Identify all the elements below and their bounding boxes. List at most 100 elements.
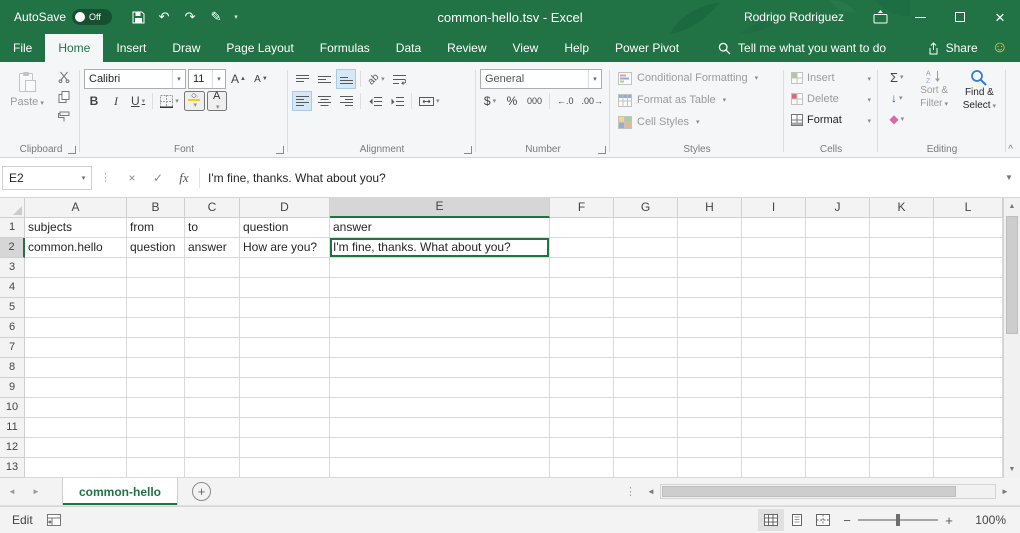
cell-K9[interactable] bbox=[870, 378, 934, 398]
cell-F6[interactable] bbox=[550, 318, 614, 338]
ribbon-display-options-button[interactable] bbox=[860, 0, 900, 34]
cell-F8[interactable] bbox=[550, 358, 614, 378]
cell-L4[interactable] bbox=[934, 278, 1003, 298]
cell-L5[interactable] bbox=[934, 298, 1003, 318]
merge-center-button[interactable] bbox=[416, 91, 443, 111]
cell-B5[interactable] bbox=[127, 298, 185, 318]
scroll-down-button[interactable]: ▼ bbox=[1004, 461, 1020, 478]
expand-formula-bar-button[interactable]: ▼ bbox=[1000, 173, 1018, 182]
row-header-12[interactable]: 12 bbox=[0, 438, 25, 458]
column-header-E[interactable]: E bbox=[330, 198, 550, 218]
accounting-format-button[interactable]: $ bbox=[480, 91, 500, 111]
font-color-button[interactable]: A bbox=[207, 91, 227, 111]
tab-draw[interactable]: Draw bbox=[159, 34, 213, 62]
new-sheet-button[interactable]: + bbox=[192, 482, 211, 501]
cell-I3[interactable] bbox=[742, 258, 806, 278]
underline-button[interactable]: U bbox=[128, 91, 148, 111]
previous-sheet-button[interactable]: ◄ bbox=[0, 478, 24, 505]
cell-G2[interactable] bbox=[614, 238, 678, 258]
cell-E9[interactable] bbox=[330, 378, 550, 398]
column-header-J[interactable]: J bbox=[806, 198, 870, 218]
cell-A12[interactable] bbox=[25, 438, 127, 458]
row-header-13[interactable]: 13 bbox=[0, 458, 25, 478]
increase-indent-button[interactable] bbox=[387, 91, 407, 111]
cell-J3[interactable] bbox=[806, 258, 870, 278]
tab-insert[interactable]: Insert bbox=[103, 34, 159, 62]
borders-button[interactable] bbox=[157, 91, 182, 111]
cell-D6[interactable] bbox=[240, 318, 330, 338]
grow-font-button[interactable]: A▲ bbox=[228, 69, 249, 89]
cell-B1[interactable]: from bbox=[127, 218, 185, 238]
column-header-C[interactable]: C bbox=[185, 198, 240, 218]
row-header-5[interactable]: 5 bbox=[0, 298, 25, 318]
cell-C5[interactable] bbox=[185, 298, 240, 318]
cell-A1[interactable]: subjects bbox=[25, 218, 127, 238]
column-header-G[interactable]: G bbox=[614, 198, 678, 218]
column-header-A[interactable]: A bbox=[25, 198, 127, 218]
cell-I8[interactable] bbox=[742, 358, 806, 378]
minimize-button[interactable] bbox=[900, 0, 940, 34]
cell-G9[interactable] bbox=[614, 378, 678, 398]
cell-L11[interactable] bbox=[934, 418, 1003, 438]
cell-G10[interactable] bbox=[614, 398, 678, 418]
font-family-dropdown-icon[interactable]: ▾ bbox=[172, 70, 185, 88]
cell-I4[interactable] bbox=[742, 278, 806, 298]
cell-K4[interactable] bbox=[870, 278, 934, 298]
cell-D11[interactable] bbox=[240, 418, 330, 438]
row-header-7[interactable]: 7 bbox=[0, 338, 25, 358]
cell-B3[interactable] bbox=[127, 258, 185, 278]
column-header-I[interactable]: I bbox=[742, 198, 806, 218]
cell-J13[interactable] bbox=[806, 458, 870, 478]
cell-F13[interactable] bbox=[550, 458, 614, 478]
number-format-combo[interactable]: General▾ bbox=[480, 69, 602, 89]
cell-E11[interactable] bbox=[330, 418, 550, 438]
percent-style-button[interactable]: % bbox=[502, 91, 522, 111]
shrink-font-button[interactable]: A▼ bbox=[251, 69, 271, 89]
customize-qat-button[interactable]: ▾ bbox=[230, 4, 242, 30]
cell-F12[interactable] bbox=[550, 438, 614, 458]
cell-K12[interactable] bbox=[870, 438, 934, 458]
cell-D12[interactable] bbox=[240, 438, 330, 458]
cell-G4[interactable] bbox=[614, 278, 678, 298]
tab-home[interactable]: Home bbox=[45, 34, 103, 62]
tab-formulas[interactable]: Formulas bbox=[307, 34, 383, 62]
cell-J6[interactable] bbox=[806, 318, 870, 338]
cell-J4[interactable] bbox=[806, 278, 870, 298]
cell-F2[interactable] bbox=[550, 238, 614, 258]
cell-A13[interactable] bbox=[25, 458, 127, 478]
cell-I1[interactable] bbox=[742, 218, 806, 238]
cell-E1[interactable]: answer bbox=[330, 218, 550, 238]
cell-J11[interactable] bbox=[806, 418, 870, 438]
cell-C13[interactable] bbox=[185, 458, 240, 478]
horizontal-scroll-thumb[interactable] bbox=[662, 486, 956, 497]
row-header-4[interactable]: 4 bbox=[0, 278, 25, 298]
insert-function-button[interactable]: fx bbox=[171, 166, 197, 190]
number-format-dropdown-icon[interactable]: ▾ bbox=[588, 70, 601, 88]
enter-entry-button[interactable]: ✓ bbox=[145, 166, 171, 190]
cell-B6[interactable] bbox=[127, 318, 185, 338]
cell-K7[interactable] bbox=[870, 338, 934, 358]
paste-button[interactable]: Paste bbox=[6, 67, 48, 126]
sheet-tab-common-hello[interactable]: common-hello bbox=[62, 478, 178, 505]
cell-H11[interactable] bbox=[678, 418, 742, 438]
wrap-text-button[interactable] bbox=[390, 69, 410, 89]
insert-cells-button[interactable]: Insert bbox=[788, 67, 874, 88]
insert-dropdown-icon[interactable] bbox=[865, 72, 871, 84]
horizontal-scroll-track[interactable] bbox=[660, 484, 996, 499]
cell-A5[interactable] bbox=[25, 298, 127, 318]
cell-H12[interactable] bbox=[678, 438, 742, 458]
cell-K10[interactable] bbox=[870, 398, 934, 418]
zoom-slider[interactable] bbox=[858, 509, 938, 531]
font-family-combo[interactable]: Calibri▾ bbox=[84, 69, 186, 89]
sort-filter-button[interactable]: AZ Sort & Filter bbox=[912, 67, 957, 129]
cell-D7[interactable] bbox=[240, 338, 330, 358]
delete-dropdown-icon[interactable] bbox=[865, 93, 871, 105]
cell-E5[interactable] bbox=[330, 298, 550, 318]
tab-page-layout[interactable]: Page Layout bbox=[213, 34, 306, 62]
cell-B7[interactable] bbox=[127, 338, 185, 358]
cell-L3[interactable] bbox=[934, 258, 1003, 278]
collapse-ribbon-button[interactable]: ^ bbox=[1008, 144, 1013, 155]
cell-D1[interactable]: question bbox=[240, 218, 330, 238]
cell-C10[interactable] bbox=[185, 398, 240, 418]
format-painter-button[interactable] bbox=[52, 107, 76, 126]
